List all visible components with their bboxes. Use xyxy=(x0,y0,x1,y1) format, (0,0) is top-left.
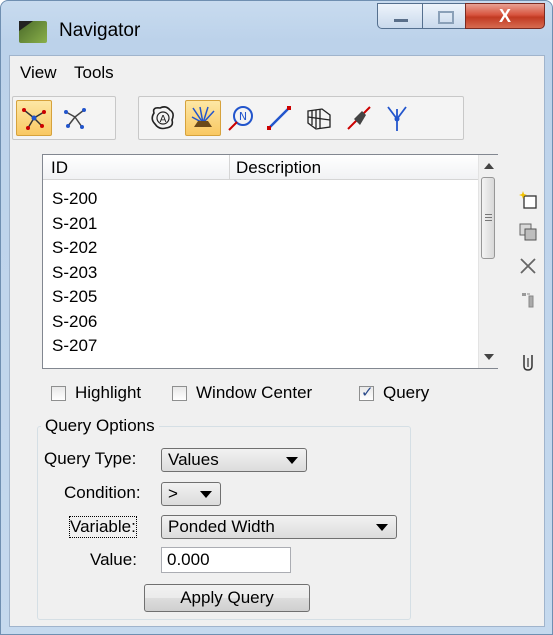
list-item[interactable]: S-200 xyxy=(52,187,97,212)
list-item[interactable]: S-205 xyxy=(52,285,97,310)
column-header-description[interactable]: Description xyxy=(236,158,321,178)
menu-bar: View Tools xyxy=(10,56,544,86)
window-center-option[interactable]: Window Center xyxy=(172,381,312,405)
navigator-window: Navigator X View Tools A N ID Descriptio… xyxy=(0,0,553,635)
highlight-label: Highlight xyxy=(75,383,142,402)
element-list[interactable]: ID Description S-200 S-201 S-202 S-203 S… xyxy=(42,154,498,369)
close-button[interactable]: X xyxy=(465,3,545,29)
query-option[interactable]: Query xyxy=(359,381,429,405)
drainage-active-button[interactable] xyxy=(185,100,221,136)
list-scrollbar[interactable] xyxy=(478,155,498,368)
highlight-checkbox[interactable] xyxy=(51,385,66,401)
move-button[interactable] xyxy=(516,288,540,312)
query-type-select[interactable]: Values xyxy=(161,448,307,472)
value-label: Value: xyxy=(90,550,137,569)
window-center-checkbox[interactable] xyxy=(172,385,187,401)
list-rows: S-200 S-201 S-202 S-203 S-205 S-206 S-20… xyxy=(52,187,97,359)
query-label: Query xyxy=(383,383,430,402)
new-icon xyxy=(519,191,537,209)
column-divider[interactable] xyxy=(229,155,230,179)
node-icon: N xyxy=(228,106,253,131)
network-active-button[interactable] xyxy=(16,100,52,136)
client-area: View Tools A N ID Description S-200 S-20… xyxy=(9,55,545,627)
condition-select[interactable]: > xyxy=(161,482,221,506)
link-icon xyxy=(267,106,291,130)
minimize-button[interactable] xyxy=(377,3,423,29)
measure-icon xyxy=(523,355,533,371)
list-item[interactable]: S-201 xyxy=(52,212,97,237)
delete-button[interactable] xyxy=(516,254,540,278)
scroll-up-icon[interactable] xyxy=(484,163,494,169)
column-header-id[interactable]: ID xyxy=(51,158,68,178)
query-type-label: Query Type: xyxy=(44,449,137,468)
value-input[interactable]: 0.000 xyxy=(161,547,291,573)
copy-button[interactable] xyxy=(516,220,540,244)
network-icon xyxy=(64,108,86,129)
new-button[interactable] xyxy=(516,188,540,212)
chevron-down-icon xyxy=(376,524,388,531)
area-icon: A xyxy=(151,106,174,130)
toolbar-element-group: A N xyxy=(138,96,464,140)
measure-button[interactable] xyxy=(516,350,540,374)
list-item[interactable]: S-202 xyxy=(52,236,97,261)
variable-label: Variable: xyxy=(69,516,137,538)
maximize-button[interactable] xyxy=(422,3,466,29)
close-icon: X xyxy=(498,6,511,26)
query-options-title: Query Options xyxy=(41,416,159,436)
menu-tools[interactable]: Tools xyxy=(74,63,114,83)
condition-label: Condition: xyxy=(64,483,141,502)
apply-query-button[interactable]: Apply Query xyxy=(144,584,310,612)
menu-view[interactable]: View xyxy=(20,63,57,83)
link-button[interactable] xyxy=(261,100,297,136)
highlight-option[interactable]: Highlight xyxy=(51,381,141,405)
chevron-down-icon xyxy=(286,457,298,464)
list-header: ID Description xyxy=(43,155,478,180)
profile-button[interactable] xyxy=(301,100,337,136)
scroll-down-icon[interactable] xyxy=(484,354,494,360)
area-button[interactable]: A xyxy=(145,100,181,136)
network-button[interactable] xyxy=(57,100,93,136)
list-item[interactable]: S-203 xyxy=(52,261,97,286)
scroll-thumb[interactable] xyxy=(481,177,495,259)
network-active-icon xyxy=(22,108,46,130)
delete-icon xyxy=(520,258,536,274)
outlet-button[interactable] xyxy=(379,100,415,136)
query-type-value: Values xyxy=(168,450,219,469)
window-center-label: Window Center xyxy=(196,383,313,402)
copy-icon xyxy=(519,223,537,241)
list-item[interactable]: S-207 xyxy=(52,334,97,359)
chevron-down-icon xyxy=(200,491,212,498)
toolbar-mode-group xyxy=(12,96,116,140)
move-icon xyxy=(522,293,534,308)
variable-select[interactable]: Ponded Width xyxy=(161,515,397,539)
profile-icon xyxy=(307,108,331,130)
structure-button[interactable] xyxy=(341,100,377,136)
variable-value: Ponded Width xyxy=(168,517,275,536)
window-title: Navigator xyxy=(59,20,141,41)
list-item[interactable]: S-206 xyxy=(52,310,97,335)
grip-icon xyxy=(485,214,492,215)
outlet-icon xyxy=(387,106,407,131)
query-checkbox[interactable] xyxy=(359,383,374,401)
condition-value: > xyxy=(168,484,178,503)
navigator-app-icon xyxy=(19,21,47,43)
title-bar[interactable]: Navigator X xyxy=(1,1,552,55)
structure-icon xyxy=(347,106,371,130)
node-button[interactable]: N xyxy=(223,100,259,136)
svg-text:N: N xyxy=(239,110,247,123)
minimize-icon xyxy=(394,19,408,22)
svg-text:A: A xyxy=(160,114,167,125)
drainage-active-icon xyxy=(191,106,215,127)
maximize-icon xyxy=(438,11,454,24)
